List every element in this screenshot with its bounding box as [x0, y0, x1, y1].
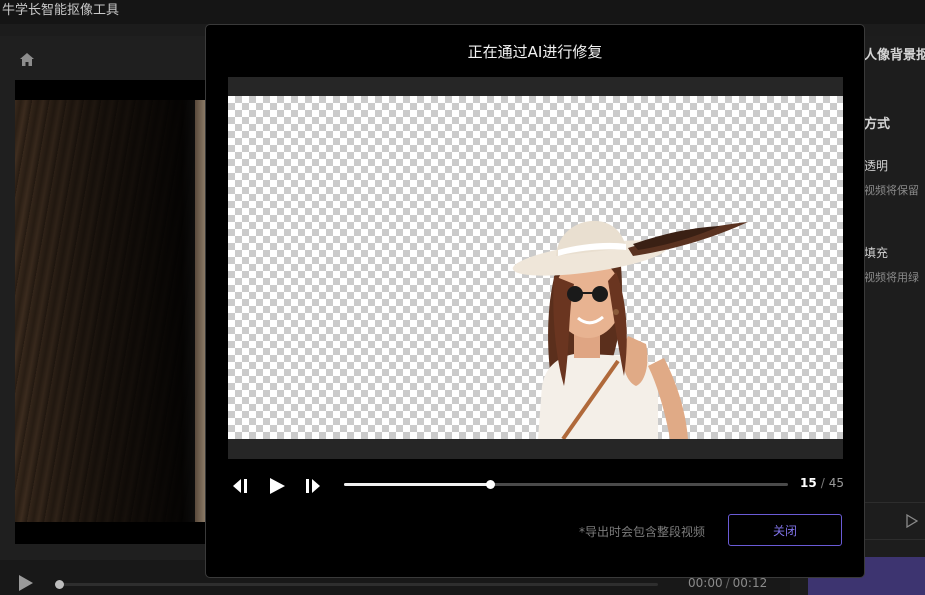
section-title: 方式 — [864, 117, 891, 132]
dialog-title: 正在通过AI进行修复 — [467, 43, 603, 61]
preview-area — [228, 77, 843, 459]
play-icon[interactable] — [267, 477, 287, 495]
transparent-background — [228, 96, 843, 439]
frame-total: 45 — [828, 476, 845, 490]
video-frame — [15, 100, 205, 522]
current-time: 00:00 — [688, 576, 723, 590]
frame-separator: / — [820, 476, 825, 490]
home-button[interactable] — [16, 48, 38, 70]
close-button[interactable]: 关闭 — [728, 514, 842, 546]
duration: 00:12 — [732, 576, 768, 590]
panel-title: 人像背景抠 — [864, 48, 925, 63]
cutout-person-image — [512, 220, 748, 439]
app-title-bar: 牛学长智能抠像工具 — [0, 0, 925, 24]
option-transparent[interactable]: 透明 — [864, 157, 888, 174]
option-fill[interactable]: 填充 — [864, 244, 888, 261]
progress-track[interactable] — [344, 483, 788, 486]
progress-fill — [344, 483, 491, 486]
app-title: 牛学长智能抠像工具 — [2, 3, 120, 18]
video-preview — [15, 80, 205, 544]
playback-track[interactable] — [58, 583, 658, 586]
repair-dialog: 正在通过AI进行修复 15 / 45 *导出时会包含整段视频 关闭 — [205, 24, 865, 578]
frame-current: 15 — [800, 476, 817, 490]
option-fill-desc: 视频将用绿 — [864, 271, 919, 284]
playback-knob[interactable] — [55, 580, 64, 589]
play-icon[interactable] — [18, 574, 34, 592]
export-note: *导出时会包含整段视频 — [579, 525, 706, 539]
playback-time: 00:00/00:12 — [688, 576, 767, 590]
time-separator: / — [725, 576, 730, 590]
next-frame-icon[interactable] — [303, 477, 323, 495]
previous-frame-icon[interactable] — [231, 477, 251, 495]
home-icon — [20, 52, 34, 66]
progress-knob[interactable] — [486, 480, 496, 489]
option-transparent-desc: 视频将保留 — [864, 184, 919, 197]
frame-counter: 15/45 — [800, 476, 844, 490]
play-icon[interactable] — [906, 514, 918, 528]
